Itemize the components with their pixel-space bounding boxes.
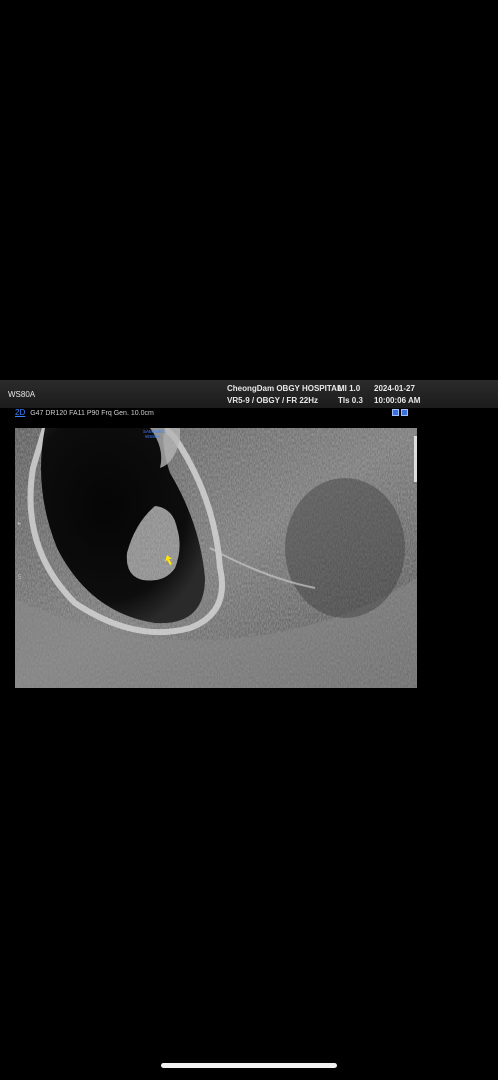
exam-time: 10:00:06 AM bbox=[374, 396, 421, 405]
ultrasound-viewer: WS80A CheongDam OBGY HOSPITAL VR5-9 / OB… bbox=[0, 0, 498, 1080]
display-mode-icon bbox=[392, 409, 399, 416]
probe-preset: VR5-9 / OBGY / FR 22Hz bbox=[227, 396, 318, 405]
mode-indicator: 2D bbox=[15, 408, 26, 417]
depth-marker: 5 bbox=[18, 575, 22, 581]
probe-orientation-icon bbox=[401, 409, 408, 416]
imaging-parameters: 2D G47 DR120 FA11 P90 Frq Gen. 10.0cm bbox=[15, 408, 154, 417]
home-indicator[interactable] bbox=[161, 1063, 337, 1068]
parameter-settings: G47 DR120 FA11 P90 Frq Gen. 10.0cm bbox=[30, 410, 154, 417]
exam-date: 2024-01-27 bbox=[374, 384, 415, 393]
ultrasound-header: WS80A CheongDam OBGY HOSPITAL VR5-9 / OB… bbox=[0, 380, 498, 408]
mechanical-index: MI 1.0 bbox=[338, 384, 361, 393]
hospital-name: CheongDam OBGY HOSPITAL bbox=[227, 384, 342, 393]
ultrasound-image: SAMSUNG WS80A bbox=[15, 428, 417, 688]
watermark-model: WS80A bbox=[145, 434, 160, 439]
focus-marker: ▸ bbox=[18, 521, 22, 527]
thermal-index: TIs 0.3 bbox=[338, 396, 363, 405]
display-icons bbox=[392, 409, 408, 416]
device-model: WS80A bbox=[8, 390, 36, 399]
depth-scale bbox=[414, 436, 417, 482]
ultrasound-scan-graphic: SAMSUNG WS80A bbox=[15, 428, 417, 688]
